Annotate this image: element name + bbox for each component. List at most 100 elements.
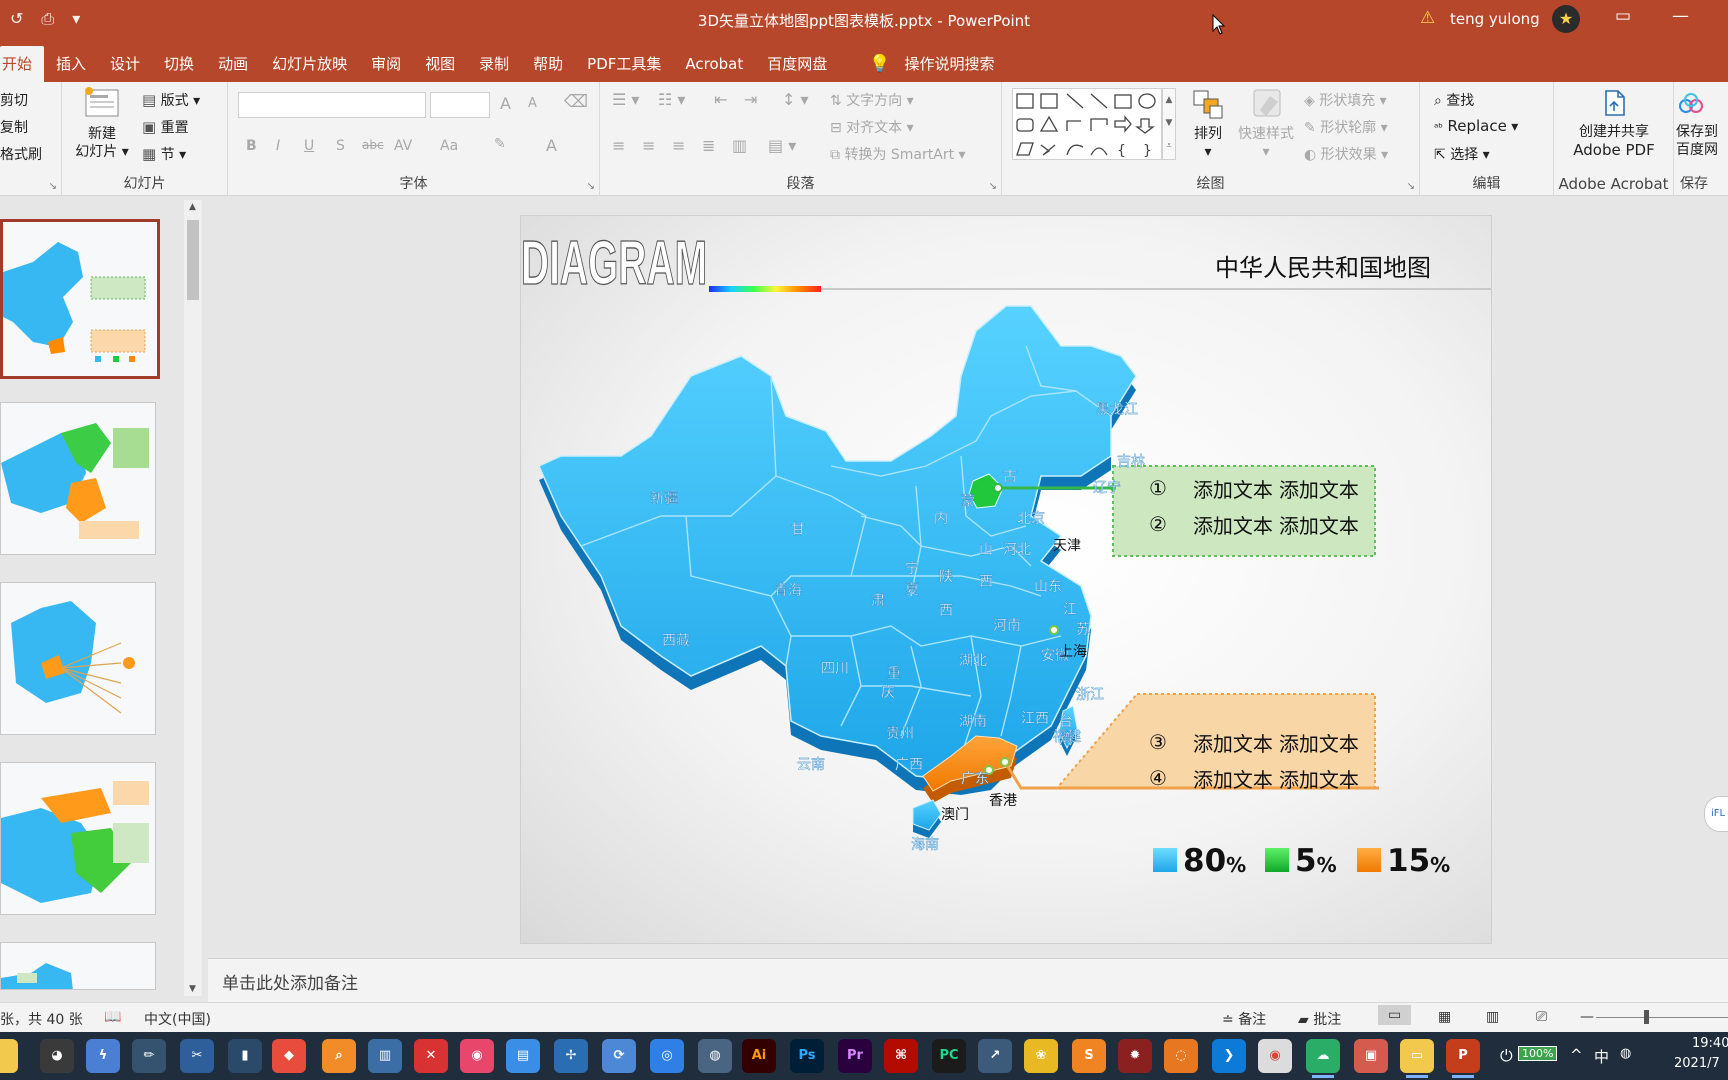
distributed-icon[interactable]: ▥ [732,136,747,155]
save-to-baidu-button[interactable]: 保存到 百度网 [1676,88,1728,159]
tell-me-search[interactable]: 💡 操作说明搜索 [839,46,1006,82]
reset-button[interactable]: ▣ 重置 [142,117,189,137]
align-center-icon[interactable]: ≡ [642,136,655,155]
slide-canvas[interactable]: DIAGRAM 中华人民共和国地图 新疆 西藏 青海 甘 肃 内 蒙 古 黑龙江… [520,215,1492,944]
clipboard-launcher-icon[interactable]: ↘ [49,181,57,192]
taskbar-app-jupyter-icon[interactable]: ◌ [1164,1039,1198,1073]
tab-acrobat[interactable]: Acrobat [673,46,755,82]
taskbar-app-premiere-icon[interactable]: Pr [838,1039,872,1073]
align-left-icon[interactable]: ≡ [612,136,625,155]
font-size-select[interactable] [430,92,490,118]
ime-indicator[interactable]: 中 [1594,1046,1609,1067]
find-button[interactable]: ⌕ 查找 [1434,90,1474,110]
bold-button[interactable]: B [246,138,257,154]
taskbar-app-sublime-icon[interactable]: S [1072,1039,1106,1073]
new-slide-button[interactable]: 新建 幻灯片 ▾ [70,86,134,161]
slide-thumbnail[interactable] [0,942,156,990]
taskbar-app-photoshop-icon[interactable]: Ps [790,1039,824,1073]
decrease-indent-icon[interactable]: ⇤ [714,90,727,109]
shrink-font-button[interactable]: A [528,96,537,111]
language-indicator[interactable]: 中文(中国) [144,1009,211,1029]
tab-record[interactable]: 录制 [467,46,521,82]
taskbar-app-baidu-icon[interactable]: ◎ [650,1039,684,1073]
ifly-tray-icon[interactable]: ◍ [1620,1046,1631,1061]
zoom-slider[interactable] [1596,1010,1728,1024]
legend-item-green[interactable]: 5% [1265,844,1337,878]
slide-thumbnail[interactable] [0,762,156,915]
user-name[interactable]: teng yulong [1450,10,1540,28]
bullets-icon[interactable]: ☰ ▾ [612,90,639,109]
zoom-slider-thumb[interactable] [1644,1010,1649,1024]
highlight-icon[interactable]: ✎ [494,136,506,152]
taskbar-app-camera-icon[interactable]: ◉ [460,1039,494,1073]
shadow-button[interactable]: S [336,138,345,154]
callout-top-text[interactable]: ① 添加文本 添加文本 ② 添加文本 添加文本 [1149,470,1359,542]
scroll-thumb[interactable] [187,220,199,300]
taskbar-app-grid-icon[interactable]: ✢ [554,1039,588,1073]
increase-indent-icon[interactable]: ⇥ [744,90,757,109]
taskbar-app-bookmark-icon[interactable]: ▮ [228,1039,262,1073]
underline-button[interactable]: U [304,138,314,154]
taskbar-app-illustrator-icon[interactable]: Ai [742,1039,776,1073]
taskbar-app-folder-icon[interactable] [0,1039,18,1073]
justify-icon[interactable]: ≣ [702,136,715,155]
change-case-button[interactable]: Aa [440,138,458,154]
avatar[interactable]: ★ [1552,5,1580,33]
clock-time[interactable]: 19:40 [1692,1036,1728,1051]
line-spacing-icon[interactable]: ↕ ▾ [782,90,809,109]
tab-help[interactable]: 帮助 [521,46,575,82]
tab-slideshow[interactable]: 幻灯片放映 [260,46,359,82]
clear-format-icon[interactable]: ⌫ [564,92,588,112]
ribbon-display-options-icon[interactable]: ▭ [1615,6,1631,26]
slideshow-view-icon[interactable]: ⎚ [1536,1009,1547,1025]
taskbar-app-qq-icon[interactable]: ◍ [698,1039,732,1073]
columns-icon[interactable]: ▤ ▾ [768,136,796,155]
align-right-icon[interactable]: ≡ [672,136,685,155]
legend-item-orange[interactable]: 15% [1357,844,1450,878]
tab-home[interactable]: 开始 [0,46,45,82]
tab-transitions[interactable]: 切换 [152,46,206,82]
legend-item-blue[interactable]: 80% [1153,844,1246,878]
gallery-scrollbar[interactable]: ▲ ▼ ⩡ [1162,88,1176,160]
slide-thumbnail[interactable] [0,402,156,555]
strikethrough-button[interactable]: abc [362,138,384,152]
taskbar-app-search-icon[interactable]: ⌕ [322,1039,356,1073]
text-direction-button[interactable]: ⇅ 文字方向 ▾ [830,90,914,110]
tab-pdf-tools[interactable]: PDF工具集 [575,46,673,82]
normal-view-icon[interactable]: ▭ [1378,1005,1412,1025]
power-icon[interactable]: ⏻ [1500,1046,1513,1066]
thumbnails-scrollbar[interactable]: ▲ ▼ [184,200,202,996]
cut-button[interactable]: 剪切 [0,90,28,110]
font-family-select[interactable] [238,92,426,118]
arrange-button[interactable]: 排列 ▾ [1186,88,1230,161]
tab-review[interactable]: 审阅 [359,46,413,82]
taskbar-app-wechat-icon[interactable]: ☁ [1306,1039,1340,1078]
shape-effects-button[interactable]: ◐ 形状效果 ▾ [1304,144,1388,164]
align-text-button[interactable]: ⊟ 对齐文本 ▾ [830,117,914,137]
minimize-icon[interactable]: — [1672,6,1689,26]
scroll-up-icon[interactable]: ▲ [189,202,196,212]
taskbar-app-chart-icon[interactable]: ▥ [368,1039,402,1073]
taskbar-app-bolt-icon[interactable]: ϟ [86,1039,120,1073]
clock-date[interactable]: 2021/7 [1674,1056,1720,1071]
font-color-button[interactable]: A [546,136,557,155]
taskbar-app-sync-icon[interactable]: ⟳ [602,1039,636,1073]
create-share-pdf-button[interactable]: 创建并共享 Adobe PDF [1554,88,1674,160]
chevron-up-icon[interactable]: ^ [1570,1046,1583,1064]
tab-animations[interactable]: 动画 [206,46,260,82]
quick-styles-button[interactable]: 快速样式 ▾ [1234,88,1298,161]
numbering-icon[interactable]: ☷ ▾ [658,90,685,109]
taskbar-app-explorer-icon[interactable]: ▭ [1400,1039,1434,1078]
copy-button[interactable]: 复制 [0,117,28,137]
char-spacing-button[interactable]: AV [394,138,412,154]
layout-button[interactable]: ▤ 版式 ▾ [142,90,200,110]
taskbar-app-pen-icon[interactable]: ✏ [132,1039,166,1073]
taskbar-app-acrobat-icon[interactable]: ⌘ [884,1039,918,1073]
replace-button[interactable]: ᵃᵇ Replace ▾ [1434,117,1518,135]
taskbar-app-spider-icon[interactable]: ✹ [1118,1039,1152,1073]
taskbar-app-xmind-icon[interactable]: ✕ [414,1039,448,1073]
slide-thumbnail[interactable] [0,219,160,379]
select-button[interactable]: ⇱ 选择 ▾ [1434,144,1490,164]
spell-check-icon[interactable]: 📖 [104,1009,121,1025]
smartart-button[interactable]: ⧉ 转换为 SmartArt ▾ [830,144,966,164]
